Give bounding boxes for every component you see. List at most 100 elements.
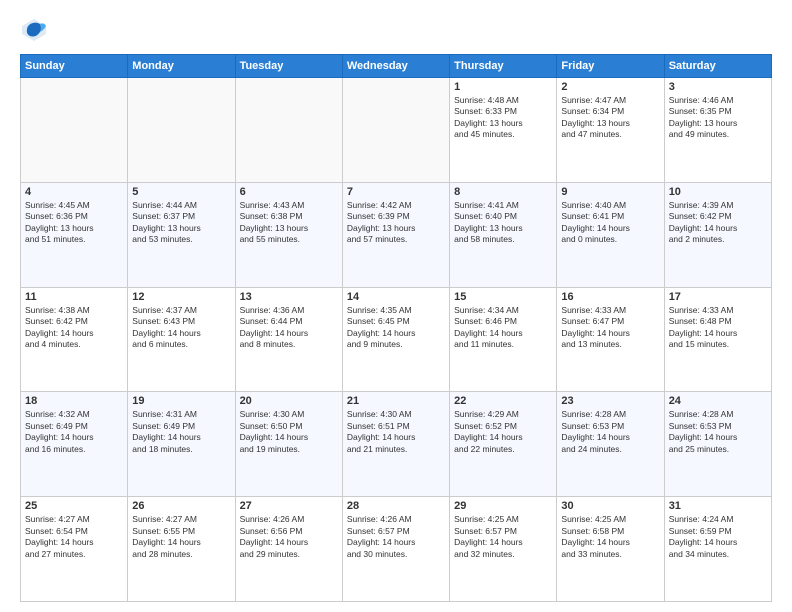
cell-text: Sunrise: 4:32 AMSunset: 6:49 PMDaylight:… xyxy=(25,409,123,455)
table-cell: 2 Sunrise: 4:47 AMSunset: 6:34 PMDaylight… xyxy=(557,78,664,183)
day-number: 5 xyxy=(132,186,230,198)
day-number: 18 xyxy=(25,395,123,407)
table-cell: 17 Sunrise: 4:33 AMSunset: 6:48 PMDayligh… xyxy=(664,287,771,392)
day-number: 30 xyxy=(561,500,659,512)
cell-text: Sunrise: 4:29 AMSunset: 6:52 PMDaylight:… xyxy=(454,409,552,455)
cell-text: Sunrise: 4:48 AMSunset: 6:33 PMDaylight:… xyxy=(454,95,552,141)
col-header-wednesday: Wednesday xyxy=(342,55,449,78)
day-number: 26 xyxy=(132,500,230,512)
table-cell: 28 Sunrise: 4:26 AMSunset: 6:57 PMDayligh… xyxy=(342,497,449,602)
day-number: 25 xyxy=(25,500,123,512)
cell-text: Sunrise: 4:34 AMSunset: 6:46 PMDaylight:… xyxy=(454,305,552,351)
table-cell: 25Sunrise: 4:27 AMSunset: 6:54 PMDayligh… xyxy=(21,497,128,602)
col-header-sunday: Sunday xyxy=(21,55,128,78)
table-cell: 20 Sunrise: 4:30 AMSunset: 6:50 PMDayligh… xyxy=(235,392,342,497)
table-cell: 16 Sunrise: 4:33 AMSunset: 6:47 PMDayligh… xyxy=(557,287,664,392)
calendar-table: SundayMondayTuesdayWednesdayThursdayFrid… xyxy=(20,54,772,602)
logo xyxy=(20,16,52,44)
day-number: 16 xyxy=(561,291,659,303)
cell-text: Sunrise: 4:27 AMSunset: 6:55 PMDaylight:… xyxy=(132,514,230,560)
day-number: 24 xyxy=(669,395,767,407)
table-cell xyxy=(235,78,342,183)
cell-text: Sunrise: 4:41 AMSunset: 6:40 PMDaylight:… xyxy=(454,200,552,246)
cell-text: Sunrise: 4:33 AMSunset: 6:48 PMDaylight:… xyxy=(669,305,767,351)
table-cell: 31 Sunrise: 4:24 AMSunset: 6:59 PMDayligh… xyxy=(664,497,771,602)
day-number: 22 xyxy=(454,395,552,407)
col-header-thursday: Thursday xyxy=(450,55,557,78)
table-cell: 24 Sunrise: 4:28 AMSunset: 6:53 PMDayligh… xyxy=(664,392,771,497)
day-number: 15 xyxy=(454,291,552,303)
cell-text: Sunrise: 4:28 AMSunset: 6:53 PMDaylight:… xyxy=(561,409,659,455)
cell-text: Sunrise: 4:40 AMSunset: 6:41 PMDaylight:… xyxy=(561,200,659,246)
table-cell: 19 Sunrise: 4:31 AMSunset: 6:49 PMDayligh… xyxy=(128,392,235,497)
day-number: 12 xyxy=(132,291,230,303)
table-cell: 23 Sunrise: 4:28 AMSunset: 6:53 PMDayligh… xyxy=(557,392,664,497)
cell-text: Sunrise: 4:26 AMSunset: 6:56 PMDaylight:… xyxy=(240,514,338,560)
day-number: 9 xyxy=(561,186,659,198)
day-number: 31 xyxy=(669,500,767,512)
col-header-tuesday: Tuesday xyxy=(235,55,342,78)
day-number: 8 xyxy=(454,186,552,198)
day-number: 27 xyxy=(240,500,338,512)
header xyxy=(20,16,772,44)
day-number: 28 xyxy=(347,500,445,512)
table-cell: 30 Sunrise: 4:25 AMSunset: 6:58 PMDayligh… xyxy=(557,497,664,602)
table-cell: 13Sunrise: 4:36 AMSunset: 6:44 PMDayligh… xyxy=(235,287,342,392)
day-number: 17 xyxy=(669,291,767,303)
cell-text: Sunrise: 4:35 AMSunset: 6:45 PMDaylight:… xyxy=(347,305,445,351)
cell-text: Sunrise: 4:26 AMSunset: 6:57 PMDaylight:… xyxy=(347,514,445,560)
table-cell: 10 Sunrise: 4:39 AMSunset: 6:42 PMDayligh… xyxy=(664,182,771,287)
cell-text: Sunrise: 4:37 AMSunset: 6:43 PMDaylight:… xyxy=(132,305,230,351)
table-cell: 27 Sunrise: 4:26 AMSunset: 6:56 PMDayligh… xyxy=(235,497,342,602)
cell-text: Sunrise: 4:24 AMSunset: 6:59 PMDaylight:… xyxy=(669,514,767,560)
cell-text: Sunrise: 4:36 AMSunset: 6:44 PMDaylight:… xyxy=(240,305,338,351)
table-cell xyxy=(21,78,128,183)
day-number: 4 xyxy=(25,186,123,198)
cell-text: Sunrise: 4:44 AMSunset: 6:37 PMDaylight:… xyxy=(132,200,230,246)
col-header-monday: Monday xyxy=(128,55,235,78)
day-number: 19 xyxy=(132,395,230,407)
cell-text: Sunrise: 4:47 AMSunset: 6:34 PMDaylight:… xyxy=(561,95,659,141)
cell-text: Sunrise: 4:45 AMSunset: 6:36 PMDaylight:… xyxy=(25,200,123,246)
day-number: 29 xyxy=(454,500,552,512)
table-cell: 29 Sunrise: 4:25 AMSunset: 6:57 PMDayligh… xyxy=(450,497,557,602)
table-cell: 14 Sunrise: 4:35 AMSunset: 6:45 PMDayligh… xyxy=(342,287,449,392)
table-cell xyxy=(128,78,235,183)
table-cell: 11 Sunrise: 4:38 AMSunset: 6:42 PMDayligh… xyxy=(21,287,128,392)
col-header-saturday: Saturday xyxy=(664,55,771,78)
cell-text: Sunrise: 4:38 AMSunset: 6:42 PMDaylight:… xyxy=(25,305,123,351)
day-number: 14 xyxy=(347,291,445,303)
table-cell: 6Sunrise: 4:43 AMSunset: 6:38 PMDaylight… xyxy=(235,182,342,287)
day-number: 2 xyxy=(561,81,659,93)
table-cell: 12 Sunrise: 4:37 AMSunset: 6:43 PMDayligh… xyxy=(128,287,235,392)
day-number: 3 xyxy=(669,81,767,93)
cell-text: Sunrise: 4:31 AMSunset: 6:49 PMDaylight:… xyxy=(132,409,230,455)
table-cell: 15 Sunrise: 4:34 AMSunset: 6:46 PMDayligh… xyxy=(450,287,557,392)
day-number: 21 xyxy=(347,395,445,407)
cell-text: Sunrise: 4:30 AMSunset: 6:51 PMDaylight:… xyxy=(347,409,445,455)
day-number: 10 xyxy=(669,186,767,198)
cell-text: Sunrise: 4:39 AMSunset: 6:42 PMDaylight:… xyxy=(669,200,767,246)
table-cell: 26 Sunrise: 4:27 AMSunset: 6:55 PMDayligh… xyxy=(128,497,235,602)
cell-text: Sunrise: 4:28 AMSunset: 6:53 PMDaylight:… xyxy=(669,409,767,455)
cell-text: Sunrise: 4:33 AMSunset: 6:47 PMDaylight:… xyxy=(561,305,659,351)
day-number: 7 xyxy=(347,186,445,198)
cell-text: Sunrise: 4:43 AMSunset: 6:38 PMDaylight:… xyxy=(240,200,338,246)
cell-text: Sunrise: 4:25 AMSunset: 6:57 PMDaylight:… xyxy=(454,514,552,560)
day-number: 20 xyxy=(240,395,338,407)
cell-text: Sunrise: 4:42 AMSunset: 6:39 PMDaylight:… xyxy=(347,200,445,246)
cell-text: Sunrise: 4:30 AMSunset: 6:50 PMDaylight:… xyxy=(240,409,338,455)
day-number: 23 xyxy=(561,395,659,407)
logo-icon xyxy=(20,16,48,44)
table-cell: 5 Sunrise: 4:44 AMSunset: 6:37 PMDaylight… xyxy=(128,182,235,287)
day-number: 11 xyxy=(25,291,123,303)
day-number: 1 xyxy=(454,81,552,93)
table-cell: 22 Sunrise: 4:29 AMSunset: 6:52 PMDayligh… xyxy=(450,392,557,497)
table-cell: 21 Sunrise: 4:30 AMSunset: 6:51 PMDayligh… xyxy=(342,392,449,497)
table-cell: 1 Sunrise: 4:48 AMSunset: 6:33 PMDaylight… xyxy=(450,78,557,183)
table-cell: 7 Sunrise: 4:42 AMSunset: 6:39 PMDaylight… xyxy=(342,182,449,287)
table-cell xyxy=(342,78,449,183)
table-cell: 9 Sunrise: 4:40 AMSunset: 6:41 PMDaylight… xyxy=(557,182,664,287)
cell-text: Sunrise: 4:25 AMSunset: 6:58 PMDaylight:… xyxy=(561,514,659,560)
page: SundayMondayTuesdayWednesdayThursdayFrid… xyxy=(0,0,792,612)
